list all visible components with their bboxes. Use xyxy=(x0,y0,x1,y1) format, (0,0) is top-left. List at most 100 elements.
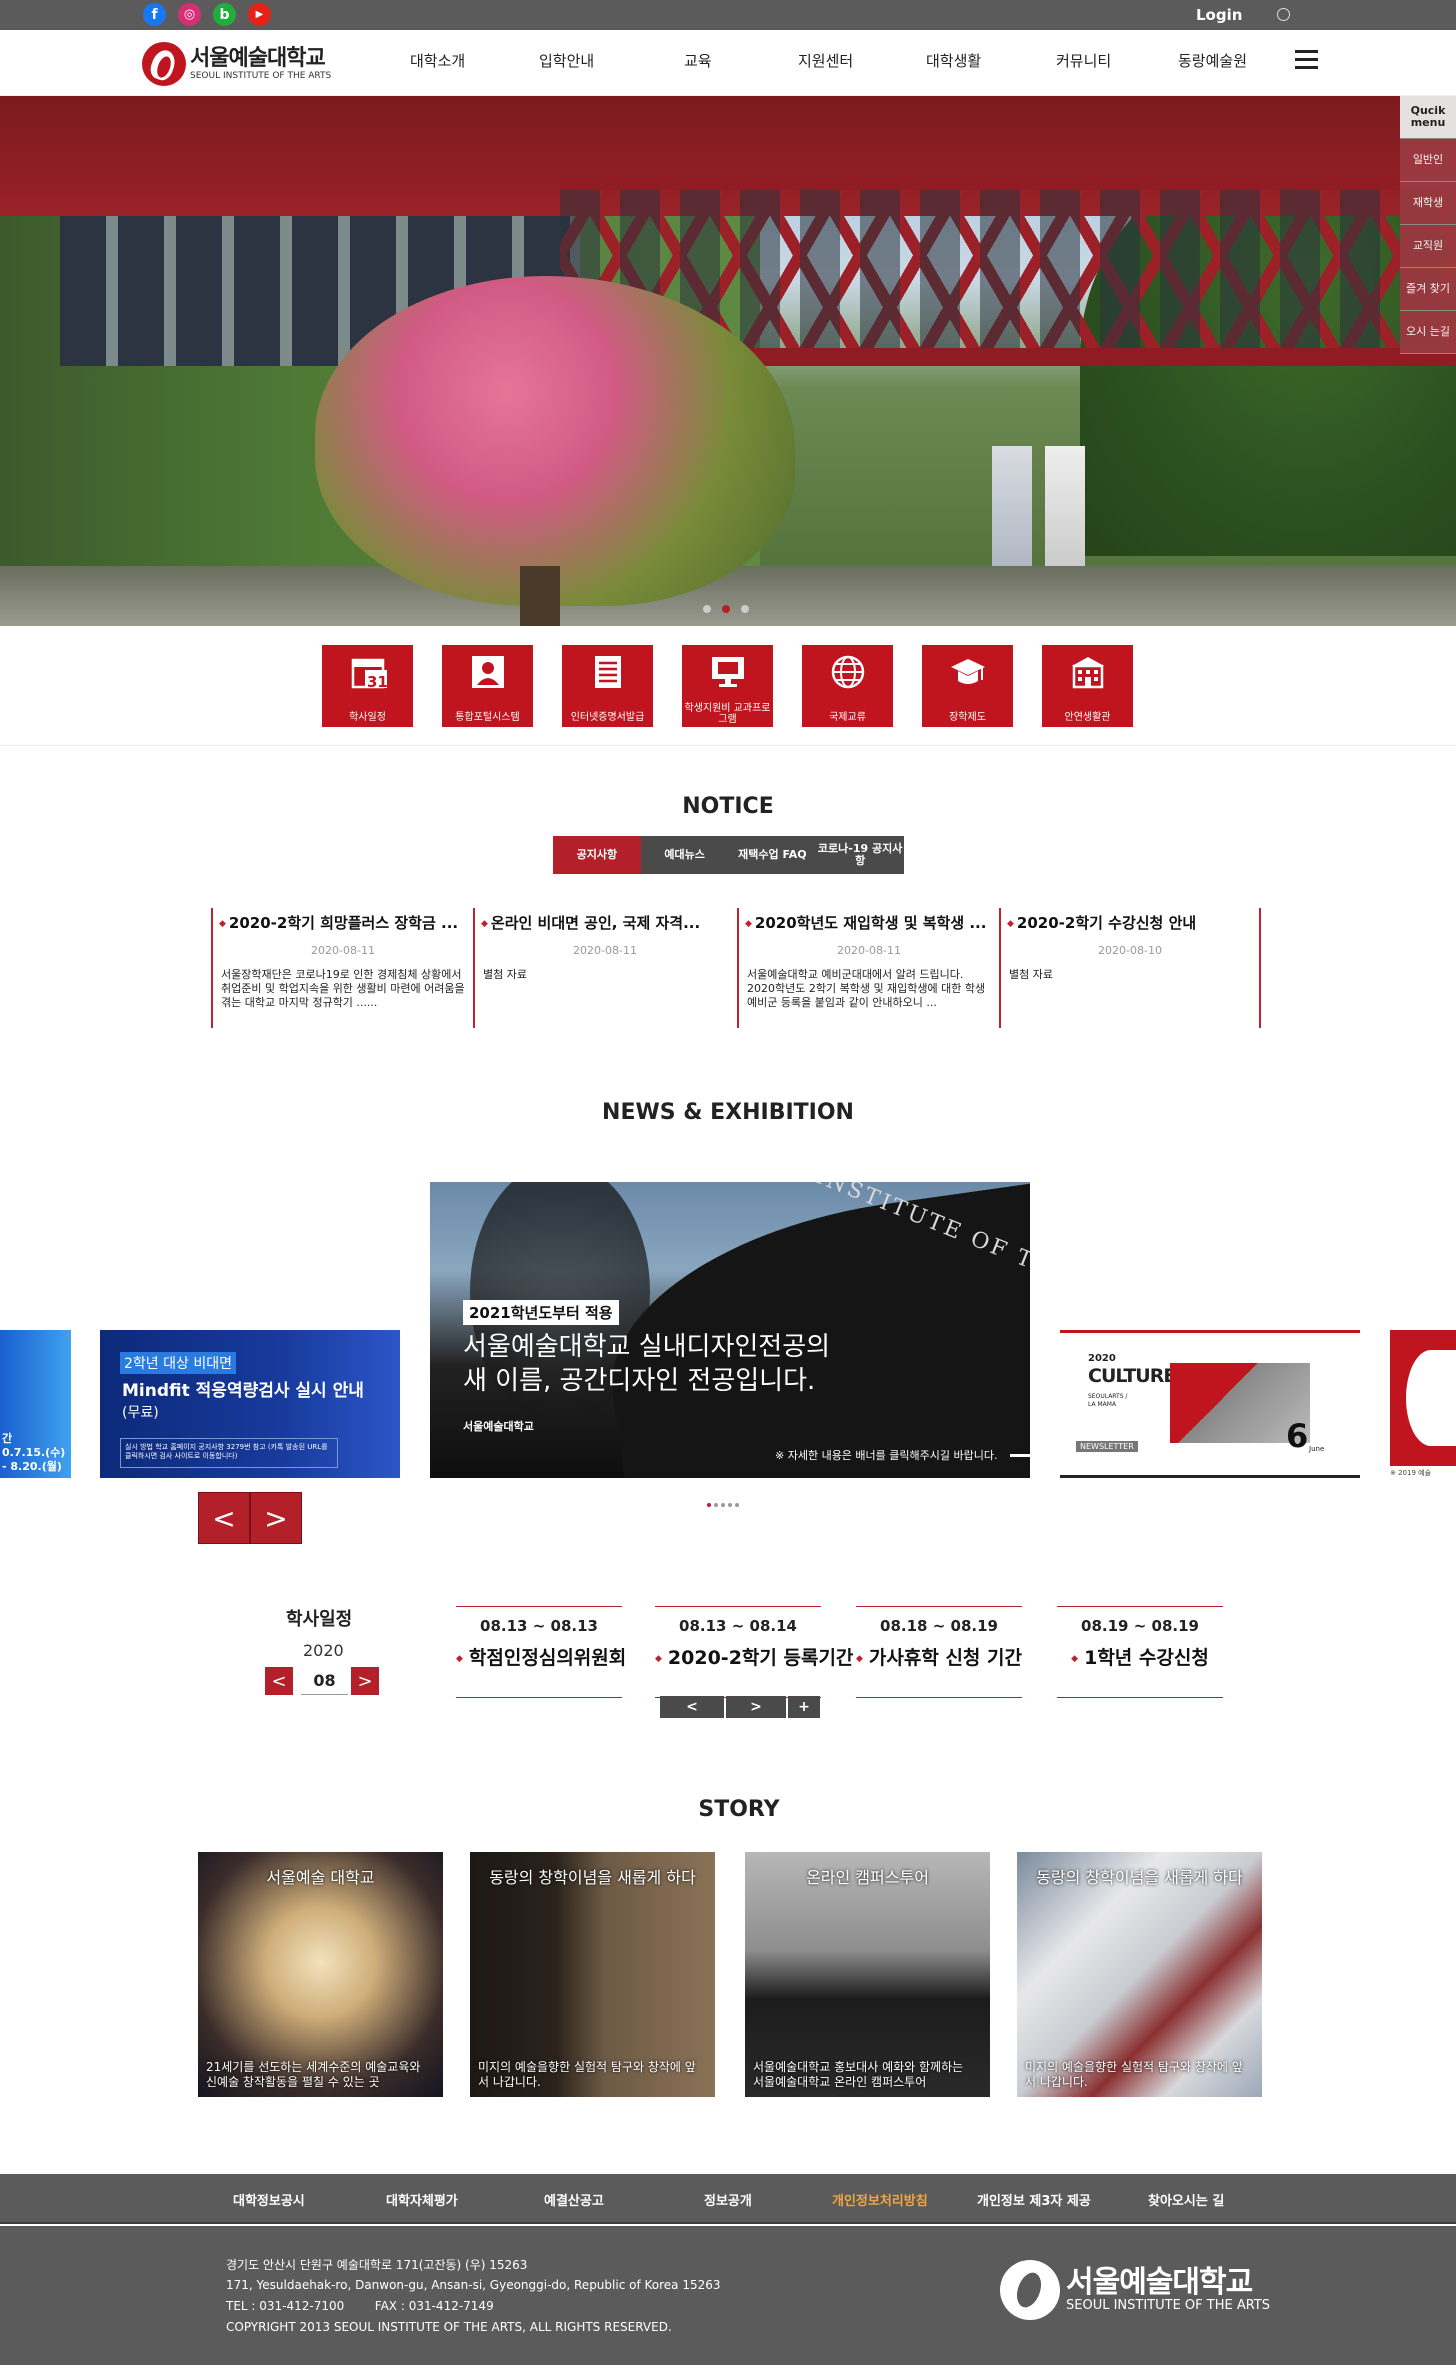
footer-link-budget[interactable]: 예결산공고 xyxy=(544,2190,604,2209)
news-slide-mindfit[interactable]: 2학년 대상 비대면 Mindfit 적응역량검사 실시 안내 (무료) 실시 … xyxy=(100,1330,400,1478)
news-dot-4[interactable] xyxy=(728,1503,732,1507)
news-next-button[interactable]: > xyxy=(250,1492,302,1544)
schedule-prev-month-button[interactable]: < xyxy=(265,1667,293,1695)
footer-address-english: 171, Yesuldaehak-ro, Danwon-gu, Ansan-si… xyxy=(226,2278,721,2292)
section-divider xyxy=(0,745,1456,746)
story-card-title: 동랑의 창학이념을 새롭게 하다 xyxy=(489,1868,696,1887)
footer-address-korean: 경기도 안산시 단원구 예술대학로 171(고잔동) (우) 15263 xyxy=(226,2258,528,2272)
tab-news[interactable]: 예대뉴스 xyxy=(640,836,729,874)
news-slide-info-box: 실시 방법 학교 홈페이지 공지사항 3279번 참고 (카톡 발송된 URL를… xyxy=(120,1438,338,1468)
tab-covid[interactable]: 코로나-19 공지사항 xyxy=(816,836,904,874)
notice-card-title[interactable]: 2020학년도 재입학생 및 복학생 ... xyxy=(745,912,990,933)
schedule-item-date: 08.13 ~ 08.13 xyxy=(480,1617,598,1635)
footer-nav: 대학정보공시 대학자체평가 예결산공고 정보공개 개인정보처리방침 개인정보 제… xyxy=(0,2174,1456,2224)
quick-menu-public[interactable]: 일반인 xyxy=(1400,139,1456,182)
hero-dot-3[interactable] xyxy=(741,605,749,613)
footer-link-information[interactable]: 정보공개 xyxy=(704,2190,752,2209)
notice-card[interactable]: 2020-2학기 희망플러스 장학금 ... 2020-08-11 서울장학재단… xyxy=(211,908,473,1028)
top-utility-bar: f ◎ b ▶ Login xyxy=(0,0,1456,30)
notice-card-title[interactable]: 2020-2학기 희망플러스 장학금 ... xyxy=(219,912,464,933)
news-dot-2[interactable] xyxy=(714,1503,718,1507)
notice-card[interactable]: 2020-2학기 수강신청 안내 2020-08-10 별첨 자료 xyxy=(999,908,1261,1028)
news-dot-1[interactable] xyxy=(707,1503,711,1507)
nav-item-education[interactable]: 교육 xyxy=(684,50,712,71)
story-card-desc: 미지의 예술을향한 실험적 탐구와 창작에 앞서 나갑니다. xyxy=(478,2060,696,2089)
footer-logo-korean: 서울예술대학교 xyxy=(1066,2264,1253,2300)
news-slide-main[interactable]: SEOUL INSTITUTE OF THE ARTS 2021학년도부터 적용… xyxy=(430,1182,1030,1478)
schedule-item[interactable]: 08.13 ~ 08.14 2020-2학기 등록기간 xyxy=(655,1606,853,1698)
nav-item-about[interactable]: 대학소개 xyxy=(410,50,465,71)
schedule-item[interactable]: 08.18 ~ 08.19 가사휴학 신청 기간 xyxy=(856,1606,1022,1698)
story-card[interactable]: 동랑의 창학이념을 새롭게 하다 미지의 예술을향한 실험적 탐구와 창작에 앞… xyxy=(470,1852,715,2097)
notice-card-body: 별첨 자료 xyxy=(1009,968,1053,981)
notice-card-date: 2020-08-11 xyxy=(573,944,637,957)
footer-logo[interactable]: 서울예술대학교 SEOUL INSTITUTE OF THE ARTS xyxy=(1000,2260,1270,2320)
graduation-cap-icon xyxy=(951,659,985,684)
news-slide-headline: 서울예술대학교 실내디자인전공의 새 이름, 공간디자인 전공입니다. xyxy=(463,1332,831,1396)
story-card-desc: 미지의 예술을향한 실험적 탐구와 창작에 앞서 나갑니다. xyxy=(1025,2060,1243,2089)
icon-menu-international[interactable]: 국제교류 xyxy=(802,645,893,727)
nav-item-support[interactable]: 지원센터 xyxy=(798,50,853,71)
notice-tabs: 공지사항 예대뉴스 재택수업 FAQ 코로나-19 공지사항 xyxy=(553,836,904,874)
schedule-item[interactable]: 08.13 ~ 08.13 학점인정심의위원회 xyxy=(456,1606,626,1698)
notice-card[interactable]: 2020학년도 재입학생 및 복학생 ... 2020-08-11 서울예술대학… xyxy=(737,908,999,1028)
notice-card-title[interactable]: 2020-2학기 수강신청 안내 xyxy=(1007,912,1252,933)
story-card[interactable]: 동랑의 창학이념을 새롭게 하다 미지의 예술을향한 실험적 탐구와 창작에 앞… xyxy=(1017,1852,1262,2097)
nav-item-community[interactable]: 커뮤니티 xyxy=(1056,50,1111,71)
news-prev-button[interactable]: < xyxy=(198,1492,250,1544)
icon-menu-label: 학생지원비 교과프로그램 xyxy=(684,703,771,725)
news-slide-subtitle: SEOULARTS / LA MAMA xyxy=(1088,1393,1128,1408)
schedule-prev-button[interactable]: < xyxy=(660,1696,724,1718)
news-slide-partial-right[interactable] xyxy=(1390,1330,1456,1466)
icon-menu-scholarship[interactable]: 장학제도 xyxy=(922,645,1013,727)
schedule-item-title: 1학년 수강신청 xyxy=(1057,1643,1223,1670)
tab-notice[interactable]: 공지사항 xyxy=(553,836,641,874)
footer-link-privacy[interactable]: 개인정보처리방침 xyxy=(832,2190,928,2209)
nav-item-dongrang[interactable]: 동랑예술원 xyxy=(1178,50,1247,71)
hero-dot-2[interactable] xyxy=(722,605,730,613)
quick-menu-staff[interactable]: 교직원 xyxy=(1400,225,1456,268)
footer-link-third-party[interactable]: 개인정보 제3자 제공 xyxy=(977,2190,1091,2209)
facebook-icon[interactable]: f xyxy=(143,3,166,26)
icon-menu-portal[interactable]: 통합포털시스템 xyxy=(442,645,533,727)
monitor-icon xyxy=(712,657,744,687)
hero-dot-1[interactable] xyxy=(703,605,711,613)
nav-item-campus-life[interactable]: 대학생활 xyxy=(926,50,981,71)
news-slide-culturehub[interactable]: 2020 CULTUREHUB SEOULARTS / LA MAMA 6 Ju… xyxy=(1060,1330,1360,1478)
quick-menu-students[interactable]: 재학생 xyxy=(1400,182,1456,225)
icon-menu-program[interactable]: 학생지원비 교과프로그램 xyxy=(682,645,773,727)
icon-menu-calendar[interactable]: 31 학사일정 xyxy=(322,645,413,727)
schedule-next-month-button[interactable]: > xyxy=(351,1667,379,1695)
quick-menu-favorites[interactable]: 즐겨 찾기 xyxy=(1400,268,1456,311)
footer-link-self-evaluation[interactable]: 대학자체평가 xyxy=(386,2190,458,2209)
hero-slider[interactable] xyxy=(0,96,1456,626)
news-dot-5[interactable] xyxy=(735,1503,739,1507)
notice-card[interactable]: 온라인 비대면 공인, 국제 자격... 2020-08-11 별첨 자료 xyxy=(473,908,735,1028)
story-card[interactable]: 온라인 캠퍼스투어 서울예술대학교 홍보대사 예화와 함께하는 서울예술대학교 … xyxy=(745,1852,990,2097)
login-link[interactable]: Login xyxy=(1196,6,1242,24)
building-icon xyxy=(1072,657,1104,689)
quick-menu-directions[interactable]: 오시 는길 xyxy=(1400,311,1456,354)
quick-menu: Qucik menu 일반인 재학생 교직원 즐겨 찾기 오시 는길 xyxy=(1400,96,1456,354)
news-slide-badge: 2학년 대상 비대면 xyxy=(120,1352,236,1374)
language-globe-icon[interactable] xyxy=(1277,8,1290,21)
site-logo[interactable]: 서울예술대학교 SEOUL INSTITUTE OF THE ARTS xyxy=(142,42,331,86)
icon-menu-dormitory[interactable]: 안연생활관 xyxy=(1042,645,1133,727)
youtube-icon[interactable]: ▶ xyxy=(248,3,271,26)
news-dot-3[interactable] xyxy=(721,1503,725,1507)
menu-hamburger-icon[interactable] xyxy=(1295,50,1318,70)
schedule-next-button[interactable]: > xyxy=(726,1696,786,1718)
logo-english-text: SEOUL INSTITUTE OF THE ARTS xyxy=(190,71,332,81)
nav-item-admission[interactable]: 입학안내 xyxy=(539,50,594,71)
instagram-icon[interactable]: ◎ xyxy=(178,3,201,26)
schedule-item[interactable]: 08.19 ~ 08.19 1학년 수강신청 xyxy=(1057,1606,1223,1698)
footer-link-disclosure[interactable]: 대학정보공시 xyxy=(233,2190,305,2209)
footer-link-directions[interactable]: 찾아오시는 길 xyxy=(1148,2190,1224,2209)
news-slide-partial-left[interactable]: 간 0.7.15.(수) - 8.20.(월) xyxy=(0,1330,71,1478)
tab-remote-faq[interactable]: 재택수업 FAQ xyxy=(728,836,817,874)
story-card[interactable]: 서울예술 대학교 21세기를 선도하는 세계수준의 예술교육와 신예술 창작활동… xyxy=(198,1852,443,2097)
notice-card-title[interactable]: 온라인 비대면 공인, 국제 자격... xyxy=(481,912,726,933)
blog-icon[interactable]: b xyxy=(213,3,236,26)
schedule-more-button[interactable]: + xyxy=(788,1696,820,1718)
icon-menu-certificate[interactable]: 인터넷증명서발급 xyxy=(562,645,653,727)
